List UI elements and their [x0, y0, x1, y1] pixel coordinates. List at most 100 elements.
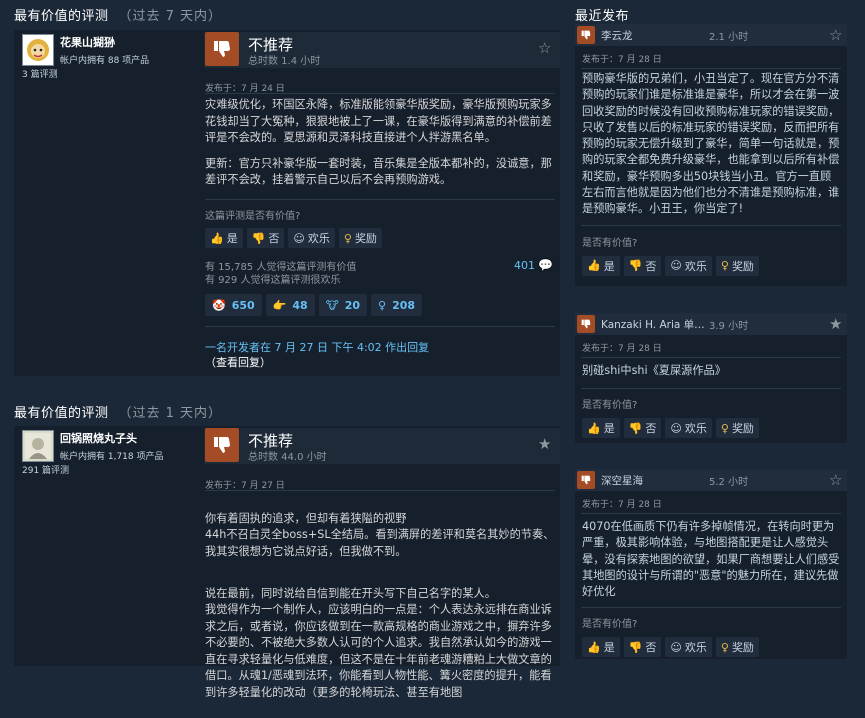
- author-review-count[interactable]: 3 篇评测: [22, 68, 149, 82]
- vote-funny-button[interactable]: ☺ 欢乐: [665, 255, 712, 276]
- divider: [205, 199, 555, 200]
- thumbs-up-icon: 👍: [210, 231, 224, 245]
- vote-funny-button[interactable]: ☺ 欢乐: [665, 637, 712, 658]
- vote-buttons: 👍 是 👎 否 ☺ 欢乐 ♀ 奖励: [582, 418, 847, 439]
- helpful-question: 是否有价值?: [582, 619, 638, 631]
- avatar[interactable]: [22, 34, 54, 66]
- divider: [205, 93, 555, 94]
- developer-reply-link[interactable]: 一名开发者在 7 月 27 日 下午 4:02 作出回复: [205, 339, 429, 355]
- review-hours: 2.1 小时: [709, 31, 749, 43]
- thumbs-down-icon: 👎: [628, 421, 643, 435]
- award-icon: ♀: [343, 231, 352, 245]
- smiley-icon: ☺: [670, 259, 682, 273]
- award-button[interactable]: ♀ 奖励: [338, 228, 382, 248]
- section-title-week: 最有价值的评测 （过去 7 天内）: [14, 9, 223, 24]
- divider: [581, 357, 841, 358]
- author-name[interactable]: 回锅照烧丸子头: [60, 430, 164, 446]
- recent-review-header[interactable]: 深空星海 5.2 小时 ☆: [575, 469, 847, 491]
- reviewer-name: 深空星海: [601, 474, 643, 487]
- star-icon[interactable]: ☆: [538, 39, 551, 57]
- review-body: 4070在低画质下仍有许多掉帧情况，在转向时更为严重，极其影响体验，与地图搭配更…: [582, 520, 840, 599]
- clown-icon: 🤡: [212, 298, 226, 312]
- star-icon[interactable]: ★: [829, 315, 842, 333]
- award-icon: ♀: [720, 421, 729, 435]
- divider: [581, 224, 841, 226]
- thumbs-down-icon: [205, 428, 239, 462]
- smiley-icon: ☺: [670, 640, 682, 654]
- review-hours: 3.9 小时: [709, 320, 749, 332]
- helpful-count: 有 15,785 人觉得这篇评测有价值: [205, 262, 357, 273]
- vote-yes-button[interactable]: 👍 是: [582, 418, 620, 439]
- award-badge[interactable]: 👉 48: [265, 294, 315, 316]
- verdict-hours: 总时数 1.4 小时: [248, 56, 321, 67]
- vote-buttons: 👍 是 👎 否 ☺ 欢乐 ♀ 奖励: [582, 255, 847, 276]
- posted-date: 发布于：7 月 28 日: [582, 500, 662, 510]
- star-icon[interactable]: ★: [538, 435, 551, 453]
- vote-buttons: 👍 是 👎 否 ☺ 欢乐 ♀ 奖励: [205, 228, 386, 248]
- smiley-icon: ☺: [670, 421, 682, 435]
- author-block: 回锅照烧丸子头 帐户内拥有 1,718 项产品 291 篇评测: [22, 430, 164, 478]
- vote-yes-button[interactable]: 👍 是: [582, 637, 620, 658]
- vote-no-button[interactable]: 👎 否: [246, 228, 285, 248]
- vote-no-button[interactable]: 👎 否: [623, 418, 662, 439]
- smiley-icon: ☺: [293, 231, 305, 245]
- review-body: 灾难级优化，环国区永降，标准版能领豪华版奖励，豪华版预购玩家多花钱却当了大冤种，…: [205, 98, 552, 186]
- verdict-hours: 总时数 44.0 小时: [248, 452, 327, 463]
- thumbs-up-icon: 👍: [587, 421, 601, 435]
- thumbs-down-icon: [577, 315, 595, 333]
- thumbs-down-icon: 👎: [628, 259, 643, 273]
- award-button[interactable]: ♀ 奖励: [715, 255, 759, 276]
- star-icon[interactable]: ☆: [829, 471, 842, 489]
- author-name[interactable]: 花果山猢狲: [60, 34, 149, 50]
- recent-review-card: Kanzaki H. Aria 单… 3.9 小时 ★ 发布于：7 月 28 日…: [575, 313, 847, 443]
- awards-row: 🤡 650 👉 48 🐮 20 ♀ 208: [205, 294, 426, 316]
- comments-link[interactable]: 401 💬: [514, 258, 553, 272]
- divider: [581, 68, 841, 69]
- star-icon[interactable]: ☆: [829, 26, 842, 44]
- award-badge[interactable]: ♀ 208: [371, 294, 423, 316]
- vote-yes-button[interactable]: 👍 是: [205, 228, 243, 248]
- author-products: 帐户内拥有 88 项产品: [60, 56, 150, 66]
- avatar[interactable]: [22, 430, 54, 462]
- award-badge[interactable]: 🐮 20: [318, 294, 368, 316]
- vote-no-button[interactable]: 👎 否: [623, 255, 662, 276]
- vote-funny-button[interactable]: ☺ 欢乐: [288, 228, 335, 248]
- recent-title: 最近发布: [575, 9, 630, 24]
- author-products: 帐户内拥有 1,718 项产品: [60, 452, 164, 462]
- recent-review-card: 李云龙 2.1 小时 ☆ 发布于：7 月 28 日 预购豪华版的兄弟们，小丑当定…: [575, 24, 847, 286]
- medal-icon: ♀: [378, 298, 387, 312]
- vote-yes-button[interactable]: 👍 是: [582, 255, 620, 276]
- reviewer-name: Kanzaki H. Aria 单…: [601, 318, 705, 331]
- posted-date: 发布于：7 月 28 日: [582, 55, 662, 65]
- cow-icon: 🐮: [325, 298, 339, 312]
- thumbs-down-icon: [577, 26, 595, 44]
- recent-review-card: 深空星海 5.2 小时 ☆ 发布于：7 月 28 日 4070在低画质下仍有许多…: [575, 469, 847, 659]
- vote-buttons: 👍 是 👎 否 ☺ 欢乐 ♀ 奖励: [582, 637, 847, 658]
- thumbs-up-icon: 👍: [587, 640, 601, 654]
- divider: [581, 513, 841, 514]
- vote-no-button[interactable]: 👎 否: [623, 637, 662, 658]
- award-button[interactable]: ♀ 奖励: [715, 418, 759, 439]
- award-badge[interactable]: 🤡 650: [205, 294, 262, 316]
- helpful-question: 是否有价值?: [582, 400, 638, 412]
- thumbs-down-icon: 👎: [628, 640, 643, 654]
- divider: [581, 607, 841, 609]
- posted-date: 发布于：7 月 28 日: [582, 344, 662, 354]
- award-button[interactable]: ♀ 奖励: [715, 637, 759, 658]
- review-body: 你有着固执的追求，但却有着狭隘的视野 44h不召白灵全boss+SL全结局。看到…: [205, 511, 555, 699]
- verdict-bar[interactable]: 不推荐 总时数 1.4 小时 ☆: [204, 32, 560, 68]
- section-title-day: 最有价值的评测 （过去 1 天内）: [14, 406, 223, 421]
- thumbs-down-icon: 👎: [251, 231, 266, 245]
- author-review-count[interactable]: 291 篇评测: [22, 464, 164, 478]
- verdict-bar[interactable]: 不推荐 总时数 44.0 小时 ★: [204, 428, 560, 464]
- award-icon: ♀: [720, 640, 729, 654]
- recent-review-header[interactable]: 李云龙 2.1 小时 ☆: [575, 24, 847, 46]
- author-block: 花果山猢狲 帐户内拥有 88 项产品 3 篇评测: [22, 34, 149, 82]
- view-reply-link[interactable]: （查看回复）: [205, 354, 271, 370]
- award-icon: ♀: [720, 259, 729, 273]
- helpful-question: 是否有价值?: [582, 237, 638, 249]
- divider: [205, 490, 555, 491]
- divider: [581, 388, 841, 390]
- recent-review-header[interactable]: Kanzaki H. Aria 单… 3.9 小时 ★: [575, 313, 847, 335]
- vote-funny-button[interactable]: ☺ 欢乐: [665, 418, 712, 439]
